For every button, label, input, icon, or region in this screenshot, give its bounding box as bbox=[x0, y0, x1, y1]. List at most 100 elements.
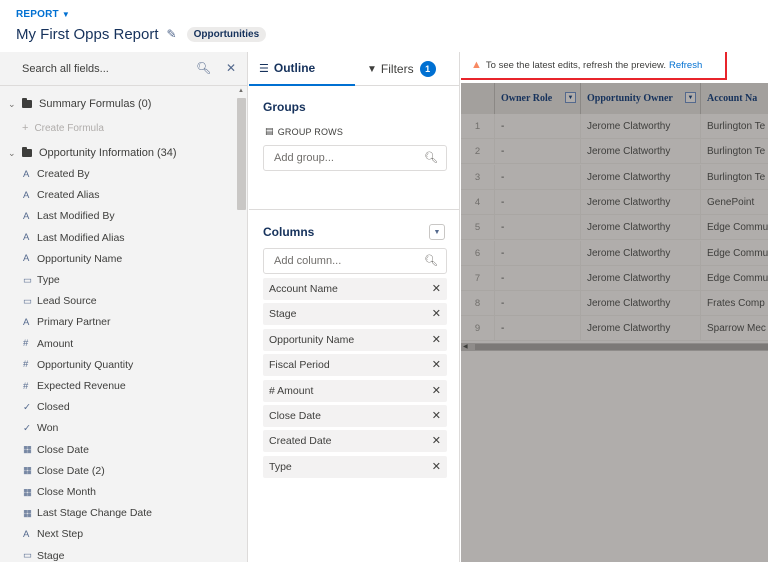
report-type-menu[interactable]: REPORT ▼ bbox=[16, 9, 70, 20]
column-item[interactable]: Close Date ✕ bbox=[263, 405, 447, 427]
tab-filters[interactable]: ▼ Filters 1 bbox=[367, 52, 436, 86]
owner-role-cell: - bbox=[495, 114, 581, 139]
scrollbar-thumb[interactable] bbox=[237, 98, 246, 210]
remove-column-close-icon[interactable]: ✕ bbox=[432, 460, 441, 473]
column-label: Created Date bbox=[269, 435, 332, 448]
field-label: Type bbox=[37, 274, 60, 286]
horizontal-scrollbar[interactable]: ◀ bbox=[461, 343, 768, 351]
field-item[interactable]: # Amount bbox=[23, 336, 73, 352]
report-title: My First Opps Report bbox=[16, 25, 159, 43]
outline-tabs: ☰ Outline ▼ Filters 1 bbox=[249, 52, 459, 86]
field-label: Opportunity Quantity bbox=[37, 358, 134, 371]
row-number: 2 bbox=[461, 139, 495, 165]
remove-column-close-icon[interactable]: ✕ bbox=[432, 409, 441, 422]
field-type-icon: A bbox=[23, 210, 30, 222]
account-name-cell: Edge Commu bbox=[707, 272, 768, 284]
close-icon[interactable]: ✕ bbox=[226, 61, 236, 75]
field-item[interactable]: ▦ Last Stage Change Date bbox=[23, 505, 152, 521]
field-type-icon: A bbox=[23, 253, 30, 265]
column-header-opportunity-owner[interactable]: Opportunity Owner ▼ bbox=[581, 83, 701, 114]
owner-role-cell: - bbox=[495, 240, 581, 266]
search-icon: 🔍︎ bbox=[424, 152, 438, 164]
tab-outline[interactable]: ☰ Outline bbox=[249, 52, 355, 86]
field-label: Won bbox=[37, 422, 59, 435]
field-type-icon: ✓ bbox=[23, 401, 31, 413]
field-item[interactable]: A Primary Partner bbox=[23, 314, 111, 330]
remove-column-close-icon[interactable]: ✕ bbox=[432, 434, 441, 447]
field-item[interactable]: A Opportunity Name bbox=[23, 251, 122, 267]
columns-menu-chevron-icon[interactable]: ▼ bbox=[429, 224, 445, 240]
remove-column-close-icon[interactable]: ✕ bbox=[432, 307, 441, 320]
remove-column-close-icon[interactable]: ✕ bbox=[432, 282, 441, 295]
column-header-owner-role[interactable]: Owner Role ▼ bbox=[495, 83, 581, 114]
row-number: 7 bbox=[461, 265, 495, 291]
field-item[interactable]: ✓ Won bbox=[23, 420, 58, 436]
field-type-icon: ▭ bbox=[23, 274, 32, 286]
table-row: 1- Jerome Clatworthy Burlington Te bbox=[461, 114, 768, 139]
remove-column-close-icon[interactable]: ✕ bbox=[432, 333, 441, 346]
field-type-icon: ▭ bbox=[23, 550, 32, 562]
column-item[interactable]: Created Date ✕ bbox=[263, 430, 447, 453]
field-type-icon: A bbox=[23, 316, 30, 328]
columns-title: Columns bbox=[263, 225, 315, 239]
field-item[interactable]: ✓ Closed bbox=[23, 399, 70, 415]
column-item[interactable]: Account Name ✕ bbox=[263, 278, 447, 300]
field-item[interactable]: A Created Alias bbox=[23, 187, 99, 203]
field-item[interactable]: ▦ Close Date bbox=[23, 442, 89, 458]
column-item[interactable]: Type ✕ bbox=[263, 455, 447, 478]
summary-formulas-folder[interactable]: ⌄ Summary Formulas (0) bbox=[8, 96, 151, 112]
field-type-icon: ▦ bbox=[23, 486, 32, 498]
create-formula-link[interactable]: + Create Formula bbox=[22, 120, 104, 136]
column-label: Opportunity Name bbox=[269, 333, 355, 346]
remove-column-close-icon[interactable]: ✕ bbox=[432, 358, 441, 371]
scrollbar-thumb[interactable] bbox=[475, 344, 768, 350]
add-column-field[interactable]: 🔍︎ bbox=[263, 248, 447, 274]
field-label: Created Alias bbox=[37, 189, 100, 202]
report-label: REPORT bbox=[16, 9, 59, 20]
add-group-field[interactable]: 🔍︎ bbox=[263, 145, 447, 171]
field-label: Expected Revenue bbox=[37, 380, 126, 392]
field-item[interactable]: ▭ Lead Source bbox=[23, 293, 97, 309]
edit-pencil-icon[interactable]: ✎ bbox=[167, 27, 177, 41]
column-header-account-name[interactable]: Account Na bbox=[701, 83, 768, 114]
field-list-scrollbar[interactable]: ▲ bbox=[236, 86, 247, 562]
field-item[interactable]: # Opportunity Quantity bbox=[23, 357, 133, 373]
field-type-icon: ▦ bbox=[23, 465, 32, 477]
field-item[interactable]: ▦ Close Month bbox=[23, 484, 96, 500]
field-item[interactable]: A Last Modified Alias bbox=[23, 230, 125, 246]
plus-icon: + bbox=[22, 122, 29, 134]
owner-role-cell: - bbox=[495, 189, 581, 215]
refresh-warning-banner: ▲ To see the latest edits, refresh the p… bbox=[461, 52, 727, 80]
remove-column-close-icon[interactable]: ✕ bbox=[432, 384, 441, 397]
scroll-up-arrow-icon[interactable]: ▲ bbox=[238, 88, 244, 94]
search-fields-input[interactable] bbox=[22, 63, 172, 75]
filters-count-badge: 1 bbox=[419, 61, 436, 77]
account-name-cell: GenePoint bbox=[707, 196, 755, 208]
opportunity-information-folder[interactable]: ⌄ Opportunity Information (34) bbox=[8, 145, 177, 161]
add-group-input[interactable] bbox=[274, 152, 414, 164]
scroll-left-arrow-icon[interactable]: ◀ bbox=[463, 343, 468, 350]
field-type-icon: A bbox=[23, 189, 30, 201]
section-divider bbox=[249, 209, 459, 210]
field-item[interactable]: ▦ Close Date (2) bbox=[23, 463, 105, 479]
report-type-pill: Opportunities bbox=[186, 26, 267, 42]
refresh-link[interactable]: Refresh bbox=[669, 60, 702, 71]
chevron-down-icon[interactable]: ▼ bbox=[565, 92, 576, 103]
column-item[interactable]: # Amount ✕ bbox=[263, 379, 447, 402]
field-item[interactable]: A Next Step bbox=[23, 526, 83, 542]
chevron-down-icon[interactable]: ▼ bbox=[685, 92, 696, 103]
field-item[interactable]: A Created By bbox=[23, 166, 90, 182]
add-column-input[interactable] bbox=[274, 255, 414, 267]
field-type-icon: # bbox=[23, 338, 29, 350]
field-item[interactable]: A Last Modified By bbox=[23, 208, 115, 224]
column-item[interactable]: Stage ✕ bbox=[263, 303, 447, 326]
field-item[interactable]: ▭ Type bbox=[23, 272, 60, 288]
owner-role-cell: - bbox=[495, 139, 581, 165]
search-icon[interactable]: 🔍︎ bbox=[196, 61, 211, 75]
report-header: REPORT ▼ My First Opps Report ✎ Opportuni… bbox=[0, 0, 768, 46]
column-item[interactable]: Fiscal Period ✕ bbox=[263, 354, 447, 377]
field-item[interactable]: # Expected Revenue bbox=[23, 378, 126, 394]
column-label: Stage bbox=[269, 308, 297, 321]
field-item[interactable]: ▭ Stage bbox=[23, 548, 64, 562]
column-item[interactable]: Opportunity Name ✕ bbox=[263, 328, 447, 351]
